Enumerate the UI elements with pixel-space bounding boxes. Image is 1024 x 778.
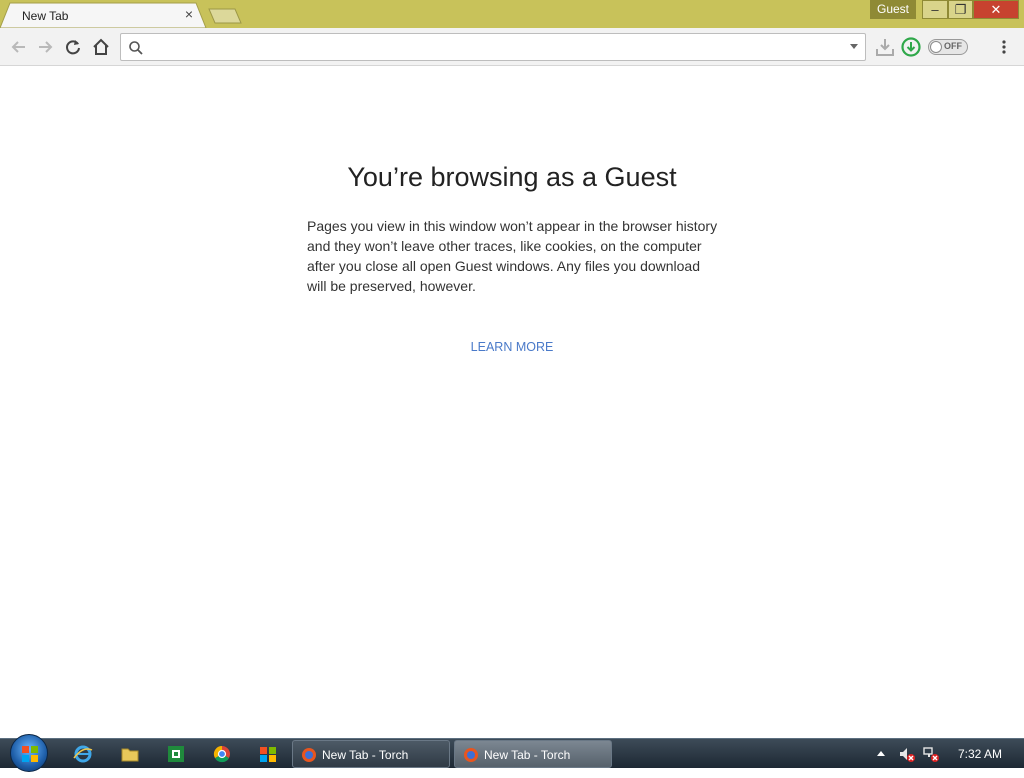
- home-icon[interactable]: [90, 36, 112, 58]
- page-content: You’re browsing as a Guest Pages you vie…: [0, 66, 1024, 738]
- windows-flag-icon[interactable]: [258, 744, 278, 764]
- windows-logo-icon: [22, 746, 38, 762]
- tab-new-tab[interactable]: New Tab ×: [0, 2, 210, 30]
- download-icon[interactable]: [874, 36, 896, 58]
- forward-icon[interactable]: [34, 36, 56, 58]
- back-icon[interactable]: [8, 36, 30, 58]
- taskbar-clock[interactable]: 7:32 AM: [958, 747, 1002, 761]
- guest-description: Pages you view in this window won’t appe…: [307, 218, 718, 294]
- taskbar-task[interactable]: New Tab - Torch: [292, 740, 450, 768]
- toggle-label: OFF: [944, 41, 962, 51]
- omnibox-input[interactable]: [149, 37, 839, 57]
- tab-close-icon[interactable]: ×: [182, 7, 196, 21]
- menu-icon[interactable]: [996, 37, 1012, 57]
- task-label: New Tab - Torch: [322, 748, 409, 762]
- guest-profile-badge[interactable]: Guest: [870, 0, 916, 19]
- start-button[interactable]: [10, 734, 48, 772]
- minimize-icon: –: [931, 2, 939, 17]
- torch-icon: [302, 748, 316, 762]
- title-bar: New Tab × Guest – ❐ ✕: [0, 0, 1024, 30]
- torch-icon: [464, 748, 478, 762]
- page-title: You’re browsing as a Guest: [347, 162, 677, 192]
- minimize-button[interactable]: –: [922, 0, 948, 19]
- maximize-icon: ❐: [954, 2, 967, 17]
- close-icon: ✕: [990, 2, 1002, 17]
- torch-download-icon[interactable]: [900, 36, 922, 58]
- taskbar-task[interactable]: New Tab - Torch: [454, 740, 612, 768]
- toggle-knob: [930, 41, 942, 53]
- tab-title: New Tab: [22, 9, 69, 23]
- search-icon: [129, 41, 143, 55]
- show-hidden-icons-icon[interactable]: [876, 749, 886, 759]
- toggle-switch[interactable]: OFF: [928, 39, 968, 55]
- excel-icon[interactable]: [166, 744, 186, 764]
- reload-icon[interactable]: [62, 36, 84, 58]
- chevron-down-icon[interactable]: [849, 43, 859, 51]
- network-icon[interactable]: [922, 745, 940, 763]
- chrome-icon[interactable]: [212, 744, 232, 764]
- maximize-button[interactable]: ❐: [948, 0, 973, 19]
- volume-muted-icon[interactable]: [898, 745, 916, 763]
- taskbar: New Tab - Torch New Tab - Torch 7:32 AM: [0, 734, 1024, 772]
- task-label: New Tab - Torch: [484, 748, 571, 762]
- learn-more-link[interactable]: LEARN MORE: [0, 340, 1024, 354]
- ie-icon[interactable]: [73, 744, 93, 764]
- toolbar: OFF: [0, 28, 1024, 66]
- new-tab-button[interactable]: [207, 7, 243, 25]
- omnibox[interactable]: [120, 33, 866, 61]
- close-window-button[interactable]: ✕: [973, 0, 1019, 19]
- folder-icon[interactable]: [120, 744, 140, 764]
